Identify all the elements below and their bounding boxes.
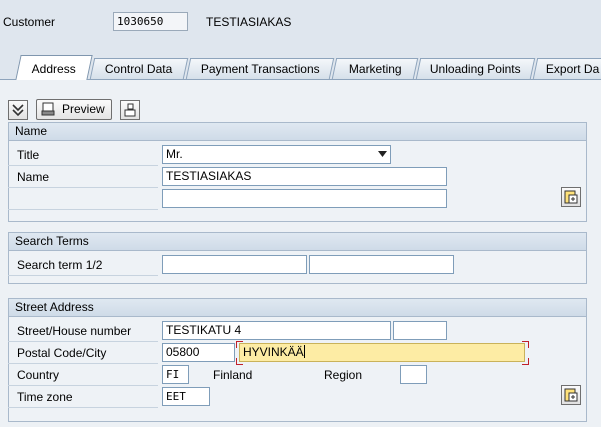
house-number-field[interactable]	[393, 321, 447, 340]
tab-export-data[interactable]: Export Da	[532, 58, 601, 79]
focus-corner	[236, 358, 243, 365]
more-address-button[interactable]	[561, 385, 581, 405]
hierarchy-icon	[124, 103, 136, 117]
tab-payment-transactions[interactable]: Payment Transactions	[185, 58, 335, 79]
name-label: Name	[17, 170, 50, 184]
title-label: Title	[17, 148, 40, 162]
tab-marketing[interactable]: Marketing	[331, 58, 419, 79]
search-term-2-field[interactable]	[309, 255, 454, 274]
tab-address[interactable]: Address	[15, 55, 93, 80]
timezone-field[interactable]: EET	[162, 387, 210, 406]
divider	[8, 209, 158, 210]
title-select[interactable]: Mr.	[162, 145, 391, 164]
tab-control-data[interactable]: Control Data	[89, 58, 189, 79]
divider	[8, 275, 158, 276]
timezone-label: Time zone	[17, 390, 73, 404]
street-label: Street/House number	[17, 324, 132, 338]
chevron-down-icon	[378, 151, 387, 157]
divider	[8, 407, 158, 408]
print-preview-icon	[41, 102, 55, 116]
focus-corner	[522, 341, 529, 348]
tab-strip: Address Control Data Payment Transaction…	[0, 55, 601, 80]
divider	[8, 385, 158, 386]
country-field[interactable]: FI	[162, 365, 189, 384]
title-value: Mr.	[166, 147, 183, 161]
add-entry-icon	[564, 388, 578, 402]
add-entry-icon	[564, 190, 578, 204]
country-name-text: Finland	[213, 368, 253, 382]
focus-corner	[236, 341, 243, 348]
preview-button[interactable]: Preview	[36, 99, 112, 120]
tab-unloading-points[interactable]: Unloading Points	[415, 58, 536, 79]
name-field[interactable]: TESTIASIAKAS	[162, 167, 447, 186]
region-label: Region	[324, 368, 363, 382]
divider	[8, 363, 158, 364]
expand-collapse-icon	[12, 104, 24, 117]
collapse-button[interactable]	[8, 100, 28, 120]
city-field[interactable]: HYVINKÄÄ	[239, 343, 525, 362]
country-label: Country	[17, 368, 60, 382]
street-field[interactable]: TESTIKATU 4	[162, 321, 391, 340]
text-cursor	[303, 345, 305, 358]
search-term-1-field[interactable]	[162, 255, 307, 274]
name2-field[interactable]	[162, 189, 447, 208]
divider	[8, 165, 158, 166]
postal-code-field[interactable]: 05800	[162, 343, 235, 362]
divider	[8, 341, 158, 342]
more-names-button[interactable]	[561, 187, 581, 207]
name-group-title: Name	[9, 123, 586, 141]
customer-name-text: TESTIASIAKAS	[206, 15, 292, 29]
version-button[interactable]	[120, 100, 140, 120]
search-term-label: Search term 1/2	[17, 258, 103, 272]
customer-label: Customer	[3, 15, 56, 29]
search-group-title: Search Terms	[9, 233, 586, 251]
preview-label: Preview	[62, 102, 105, 116]
focus-corner	[522, 358, 529, 365]
street-group-title: Street Address	[9, 299, 586, 317]
divider	[8, 187, 158, 188]
city-value: HYVINKÄÄ	[243, 345, 304, 359]
region-field[interactable]	[400, 365, 427, 384]
postal-city-label: Postal Code/City	[17, 346, 107, 360]
customer-number-field[interactable]: 1030650	[113, 12, 188, 31]
